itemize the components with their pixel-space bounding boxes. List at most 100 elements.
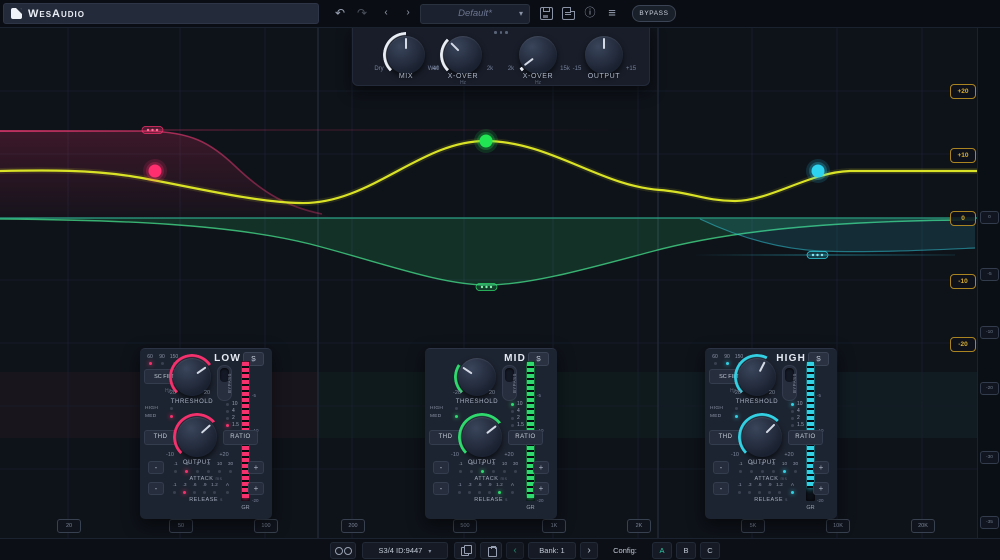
menu-icon[interactable]: ≡ <box>602 4 622 22</box>
release-led[interactable] <box>226 491 229 494</box>
sc-led[interactable] <box>714 362 717 365</box>
copy-settings-button[interactable] <box>454 542 476 559</box>
attack-increase-button[interactable]: + <box>813 461 829 474</box>
xover-high-knob[interactable] <box>519 36 557 74</box>
ratio-led[interactable] <box>226 424 229 427</box>
save-as-icon[interactable] <box>562 7 575 20</box>
attack-led[interactable] <box>794 470 797 473</box>
bank-indicator[interactable]: Bank: 1 <box>528 542 576 559</box>
attack-decrease-button[interactable]: - <box>148 461 164 474</box>
release-led[interactable] <box>183 491 186 494</box>
release-led[interactable] <box>511 491 514 494</box>
release-led[interactable] <box>478 491 481 494</box>
ratio-led[interactable] <box>511 424 514 427</box>
attack-led[interactable] <box>481 470 484 473</box>
ratio-led[interactable] <box>226 410 229 413</box>
attack-led[interactable] <box>185 470 188 473</box>
ratio-led[interactable] <box>511 410 514 413</box>
preset-selector[interactable]: Default* ▾ <box>420 4 530 24</box>
paste-settings-button[interactable] <box>480 542 502 559</box>
ratio-led[interactable] <box>791 424 794 427</box>
release-led[interactable] <box>748 491 751 494</box>
next-bank-button[interactable]: › <box>580 542 598 559</box>
ratio-button[interactable]: RATIO <box>788 430 823 445</box>
release-led[interactable] <box>213 491 216 494</box>
ratio-led[interactable] <box>226 417 229 420</box>
attack-led[interactable] <box>772 470 775 473</box>
mid-band-node[interactable] <box>474 129 498 153</box>
attack-led[interactable] <box>503 470 506 473</box>
redo-button[interactable]: ↷ <box>352 4 372 22</box>
attack-led[interactable] <box>470 470 473 473</box>
attack-led[interactable] <box>739 470 742 473</box>
ratio-led[interactable] <box>511 403 514 406</box>
attack-led[interactable] <box>514 470 517 473</box>
prev-preset-button[interactable]: ‹ <box>376 4 396 22</box>
device-selector[interactable]: S3/4 ID:9447 ▾ <box>362 542 448 559</box>
ratio-button[interactable]: RATIO <box>508 430 543 445</box>
attack-led[interactable] <box>459 470 462 473</box>
release-decrease-button[interactable]: - <box>148 482 164 495</box>
attack-led[interactable] <box>229 470 232 473</box>
panel-drag-handle[interactable] <box>494 31 508 34</box>
attack-increase-button[interactable]: + <box>248 461 264 474</box>
sc-led[interactable] <box>149 362 152 365</box>
release-led[interactable] <box>498 491 501 494</box>
prev-bank-button[interactable]: ‹ <box>506 542 524 559</box>
ratio-led[interactable] <box>791 403 794 406</box>
output-knob[interactable] <box>462 417 502 457</box>
config-b-button[interactable]: B <box>676 542 696 559</box>
release-led[interactable] <box>758 491 761 494</box>
release-led[interactable] <box>193 491 196 494</box>
high-threshold-handle[interactable] <box>807 252 828 259</box>
ratio-led[interactable] <box>226 403 229 406</box>
mid-threshold-handle[interactable] <box>476 284 497 291</box>
output-knob[interactable] <box>177 417 217 457</box>
thd-mode-led[interactable] <box>455 415 458 418</box>
undo-button[interactable]: ↶ <box>330 4 350 22</box>
low-band-node[interactable] <box>143 159 167 183</box>
release-increase-button[interactable]: + <box>248 482 264 495</box>
xover-low-knob[interactable] <box>444 36 482 74</box>
band-bypass-toggle[interactable]: BYPASS <box>782 365 797 401</box>
thd-mode-led[interactable] <box>170 407 173 410</box>
ratio-led[interactable] <box>791 417 794 420</box>
release-increase-button[interactable]: + <box>533 482 549 495</box>
attack-led[interactable] <box>761 470 764 473</box>
band-bypass-toggle[interactable]: BYPASS <box>217 365 232 401</box>
config-a-button[interactable]: A <box>652 542 672 559</box>
attack-led[interactable] <box>492 470 495 473</box>
attack-led[interactable] <box>750 470 753 473</box>
output-knob[interactable] <box>742 417 782 457</box>
high-band-node[interactable] <box>806 159 830 183</box>
release-decrease-button[interactable]: - <box>433 482 449 495</box>
release-led[interactable] <box>468 491 471 494</box>
ratio-button[interactable]: RATIO <box>223 430 258 445</box>
ratio-led[interactable] <box>791 410 794 413</box>
sc-led[interactable] <box>726 362 729 365</box>
attack-led[interactable] <box>783 470 786 473</box>
release-led[interactable] <box>488 491 491 494</box>
band-bypass-toggle[interactable]: BYPASS <box>502 365 517 401</box>
ratio-led[interactable] <box>511 417 514 420</box>
attack-led[interactable] <box>174 470 177 473</box>
attack-led[interactable] <box>196 470 199 473</box>
global-bypass-button[interactable]: BYPASS <box>632 5 676 22</box>
release-decrease-button[interactable]: - <box>713 482 729 495</box>
attack-increase-button[interactable]: + <box>533 461 549 474</box>
next-preset-button[interactable]: › <box>398 4 418 22</box>
release-led[interactable] <box>458 491 461 494</box>
info-icon[interactable]: ⓘ <box>580 4 600 22</box>
sc-led[interactable] <box>161 362 164 365</box>
attack-decrease-button[interactable]: - <box>713 461 729 474</box>
thd-mode-led[interactable] <box>735 415 738 418</box>
thd-mode-led[interactable] <box>455 407 458 410</box>
mix-knob[interactable] <box>387 36 425 74</box>
release-increase-button[interactable]: + <box>813 482 829 495</box>
release-led[interactable] <box>173 491 176 494</box>
config-c-button[interactable]: C <box>700 542 720 559</box>
low-threshold-handle[interactable] <box>142 127 163 134</box>
stereo-link-icon[interactable] <box>330 542 356 559</box>
release-led[interactable] <box>778 491 781 494</box>
attack-led[interactable] <box>218 470 221 473</box>
